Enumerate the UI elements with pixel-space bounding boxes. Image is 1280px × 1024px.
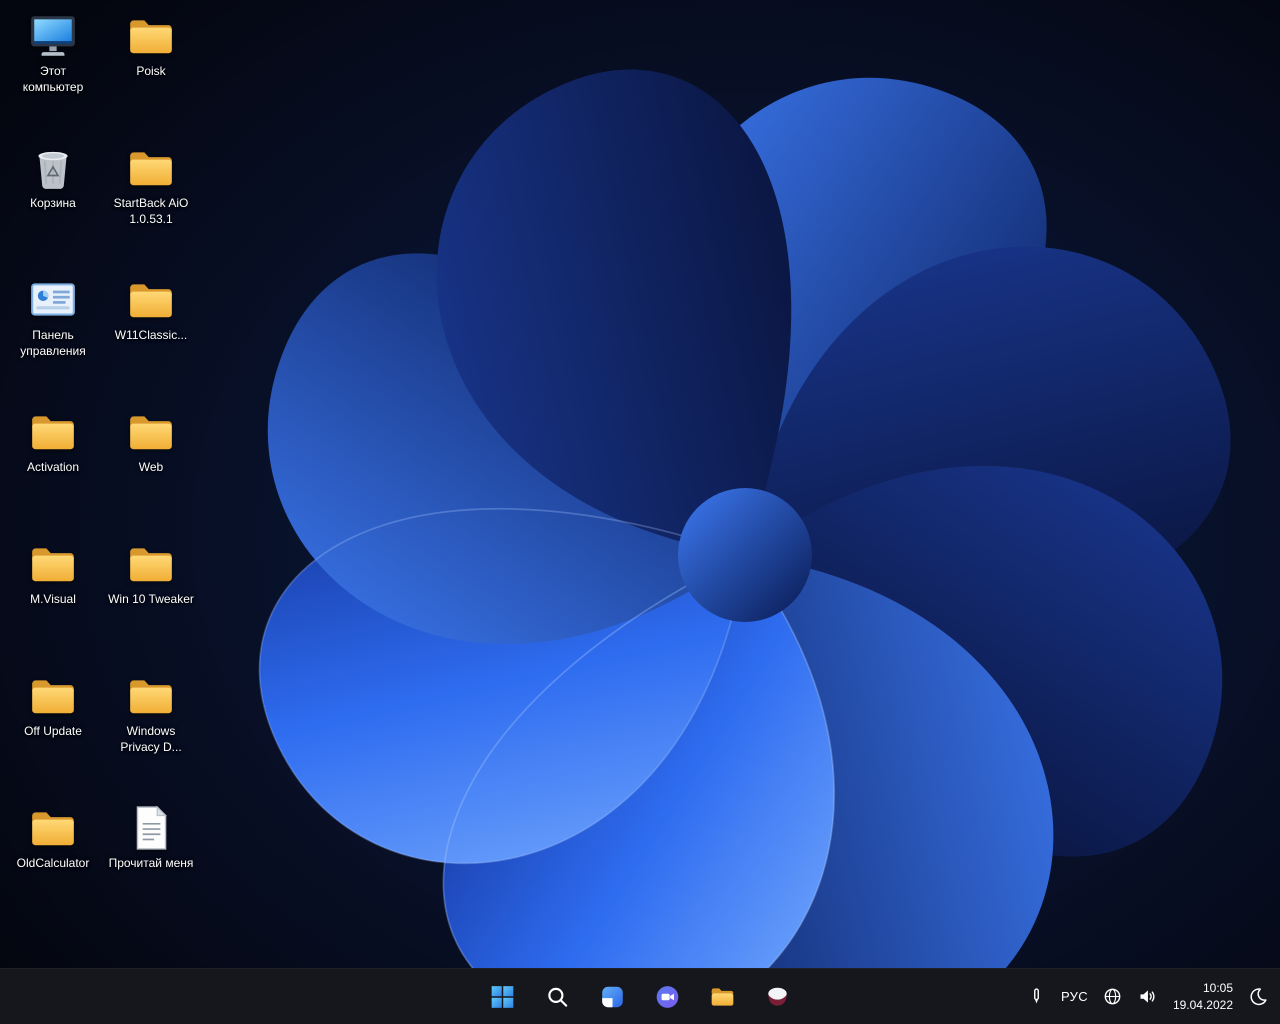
chat-button[interactable] (648, 977, 688, 1017)
speaker-icon (1137, 986, 1158, 1007)
desktop-icon-startback[interactable]: StartBack AiO 1.0.53.1 (102, 138, 200, 270)
desktop-icon-w11classic[interactable]: W11Classic... (102, 270, 200, 402)
desktop-icon-control-panel[interactable]: Панель управления (4, 270, 102, 402)
desktop-icon-label: Панель управления (20, 328, 86, 358)
desktop-icon-label: Этот компьютер (22, 64, 84, 94)
desktop-icon-label: Windows Privacy D... (120, 724, 182, 754)
desktop-icon-label: Activation (26, 460, 80, 474)
desktop-icon-label: W11Classic... (114, 328, 188, 342)
desktop-icon-oldcalculator[interactable]: OldCalculator (4, 798, 102, 930)
taskbar-center (483, 977, 798, 1017)
chat-icon (655, 984, 681, 1010)
folder-icon (126, 539, 176, 589)
windows-logo-icon (490, 984, 516, 1010)
desktop-icon-label: OldCalculator (16, 856, 90, 870)
globe-network-icon (1102, 986, 1123, 1007)
folder-icon (126, 407, 176, 457)
control-panel-icon (28, 275, 78, 325)
taskbar: РУС 10:05 19.04.2022 (0, 968, 1280, 1024)
desktop-icon-label: Win 10 Tweaker (108, 592, 194, 606)
desktop-icon-label: M.Visual (30, 592, 76, 606)
file-explorer-button[interactable] (703, 977, 743, 1017)
clock-date: 19.04.2022 (1172, 997, 1233, 1012)
desktop-icon-poisk[interactable]: Poisk (102, 6, 200, 138)
folder-icon (28, 803, 78, 853)
folder-icon (126, 11, 176, 61)
start-button[interactable] (483, 977, 523, 1017)
search-button[interactable] (538, 977, 578, 1017)
widgets-icon (600, 984, 626, 1010)
desktop-icon-windows-privacy[interactable]: Windows Privacy D... (102, 666, 200, 798)
language-label: РУС (1061, 989, 1088, 1004)
folder-icon (28, 407, 78, 457)
pen-button[interactable] (1021, 977, 1052, 1017)
computer-icon (28, 11, 78, 61)
desktop-icon-mvisual[interactable]: M.Visual (4, 534, 102, 666)
desktop-icon-recycle-bin[interactable]: Корзина (4, 138, 102, 270)
desktop-icon-off-update[interactable]: Off Update (4, 666, 102, 798)
file-explorer-icon (710, 984, 736, 1010)
desktop-icon-win10-tweaker[interactable]: Win 10 Tweaker (102, 534, 200, 666)
paint-button[interactable] (758, 977, 798, 1017)
widgets-button[interactable] (593, 977, 633, 1017)
night-mode-button[interactable] (1243, 977, 1274, 1017)
clock[interactable]: 10:05 19.04.2022 (1167, 980, 1239, 1012)
paint-icon (765, 984, 791, 1010)
clock-time: 10:05 (1202, 981, 1233, 996)
text-document-icon (126, 803, 176, 853)
search-icon (545, 984, 571, 1010)
desktop-icon-readme[interactable]: Прочитай меня (102, 798, 200, 930)
recycle-bin-icon (28, 143, 78, 193)
folder-icon (126, 143, 176, 193)
desktop-icon-grid: Этот компьютер Корзина Панель управления… (4, 6, 200, 930)
desktop-icon-web[interactable]: Web (102, 402, 200, 534)
desktop-icon-label: Off Update (24, 724, 82, 738)
pen-icon (1026, 986, 1047, 1007)
language-indicator[interactable]: РУС (1056, 977, 1093, 1017)
desktop-icon-activation[interactable]: Activation (4, 402, 102, 534)
desktop-icon-label: Корзина (30, 196, 76, 210)
folder-icon (126, 275, 176, 325)
desktop-icon-label: StartBack AiO 1.0.53.1 (113, 196, 189, 226)
folder-icon (28, 539, 78, 589)
desktop-icon-label: Poisk (136, 64, 166, 78)
network-button[interactable] (1097, 977, 1128, 1017)
desktop-icon-this-pc[interactable]: Этот компьютер (4, 6, 102, 138)
system-tray: РУС 10:05 19.04.2022 (1021, 977, 1274, 1017)
desktop-icon-label: Web (138, 460, 164, 474)
folder-icon (126, 671, 176, 721)
folder-icon (28, 671, 78, 721)
desktop-icon-label: Прочитай меня (108, 856, 194, 870)
moon-icon (1248, 986, 1269, 1007)
volume-button[interactable] (1132, 977, 1163, 1017)
